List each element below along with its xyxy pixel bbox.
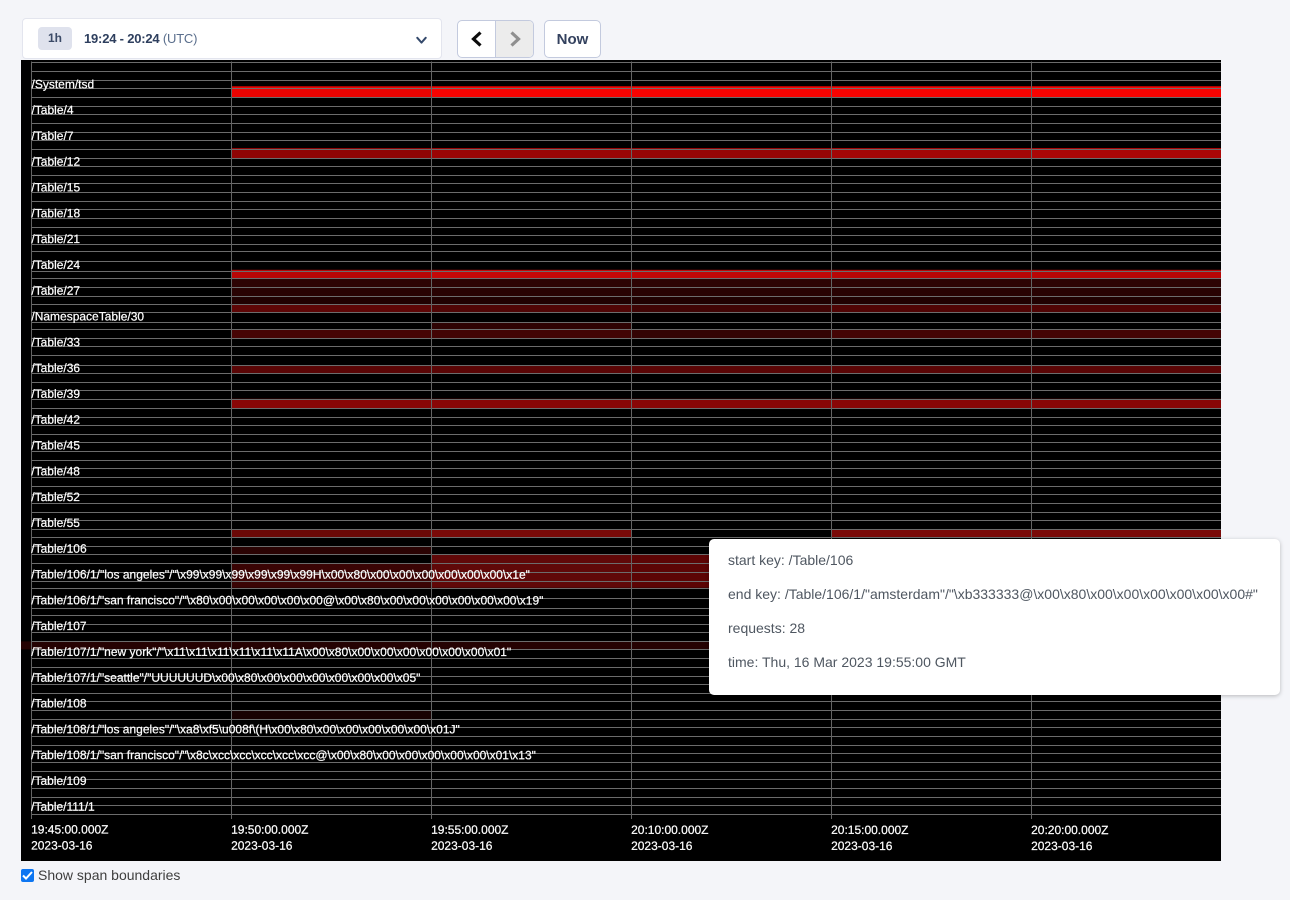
svg-text:/Table/107: /Table/107 xyxy=(31,619,87,633)
svg-text:/Table/39: /Table/39 xyxy=(31,387,80,401)
svg-text:/Table/52: /Table/52 xyxy=(31,490,80,504)
svg-text:20:10:00.000Z: 20:10:00.000Z xyxy=(631,823,708,837)
svg-text:/Table/109: /Table/109 xyxy=(31,774,87,788)
svg-text:/Table/106/1/"san francisco"/": /Table/106/1/"san francisco"/"\x80\x00\x… xyxy=(31,593,543,607)
svg-text:2023-03-16: 2023-03-16 xyxy=(431,839,493,853)
svg-text:/System/tsd: /System/tsd xyxy=(31,77,94,91)
svg-text:/Table/107/1/"new york"/"\x11\: /Table/107/1/"new york"/"\x11\x11\x11\x1… xyxy=(31,645,511,659)
svg-text:/Table/18: /Table/18 xyxy=(31,206,80,220)
svg-text:/Table/12: /Table/12 xyxy=(31,155,80,169)
svg-text:/Table/106: /Table/106 xyxy=(31,542,87,556)
svg-text:/NamespaceTable/30: /NamespaceTable/30 xyxy=(31,309,144,323)
svg-text:/Table/4: /Table/4 xyxy=(31,103,73,117)
svg-text:/Table/42: /Table/42 xyxy=(31,413,80,427)
svg-text:/Table/48: /Table/48 xyxy=(31,464,80,478)
svg-text:/Table/7: /Table/7 xyxy=(31,129,73,143)
svg-text:/Table/27: /Table/27 xyxy=(31,284,80,298)
svg-text:/Table/36: /Table/36 xyxy=(31,361,80,375)
svg-text:/Table/106/1/"los angeles"/"\x: /Table/106/1/"los angeles"/"\x99\x99\x99… xyxy=(31,567,530,581)
svg-text:19:50:00.000Z: 19:50:00.000Z xyxy=(231,823,308,837)
svg-text:/Table/21: /Table/21 xyxy=(31,232,80,246)
svg-text:/Table/107/1/"seattle"/"UUUUUU: /Table/107/1/"seattle"/"UUUUUUD\x00\x80\… xyxy=(31,671,420,685)
svg-text:/Table/108/1/"san francisco"/": /Table/108/1/"san francisco"/"\x8c\xcc\x… xyxy=(31,748,536,762)
svg-text:/Table/15: /Table/15 xyxy=(31,180,80,194)
svg-text:/Table/24: /Table/24 xyxy=(31,258,80,272)
svg-text:19:45:00.000Z: 19:45:00.000Z xyxy=(31,823,108,837)
svg-text:/Table/108/1/"los angeles"/"\x: /Table/108/1/"los angeles"/"\xa8\xf5\u00… xyxy=(31,722,460,736)
svg-text:20:20:00.000Z: 20:20:00.000Z xyxy=(1031,823,1108,837)
svg-text:2023-03-16: 2023-03-16 xyxy=(1031,839,1093,853)
svg-text:20:15:00.000Z: 20:15:00.000Z xyxy=(831,823,908,837)
svg-text:/Table/108: /Table/108 xyxy=(31,696,87,710)
svg-text:19:55:00.000Z: 19:55:00.000Z xyxy=(431,823,508,837)
svg-text:2023-03-16: 2023-03-16 xyxy=(31,839,93,853)
svg-text:/Table/33: /Table/33 xyxy=(31,335,80,349)
svg-text:2023-03-16: 2023-03-16 xyxy=(631,839,693,853)
svg-text:/Table/45: /Table/45 xyxy=(31,438,80,452)
svg-text:2023-03-16: 2023-03-16 xyxy=(231,839,293,853)
svg-text:/Table/111/1: /Table/111/1 xyxy=(31,800,95,814)
svg-text:2023-03-16: 2023-03-16 xyxy=(831,839,893,853)
svg-text:/Table/55: /Table/55 xyxy=(31,516,80,530)
